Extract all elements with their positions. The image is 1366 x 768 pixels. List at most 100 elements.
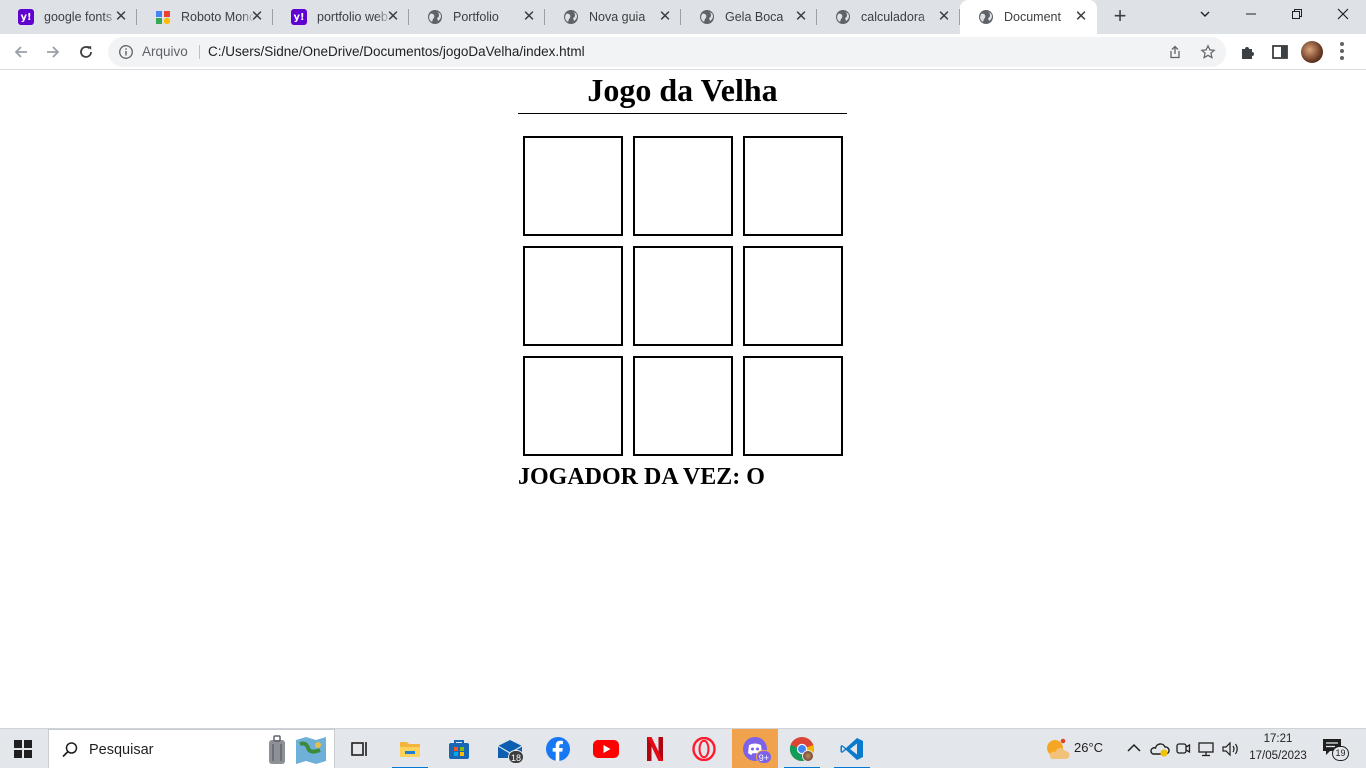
chevron-up-icon[interactable] — [1127, 743, 1141, 753]
turn-label: JOGADOR DA VEZ: — [518, 464, 741, 490]
tab-close-icon[interactable]: ✕ — [113, 9, 129, 25]
browser-tab[interactable]: calculadora ✕ — [817, 0, 960, 34]
browser-toolbar: Arquivo C:/Users/Sidne/OneDrive/Document… — [0, 34, 1366, 70]
board-cell[interactable] — [523, 136, 623, 236]
network-icon[interactable] — [1198, 741, 1216, 757]
board-cell[interactable] — [633, 356, 733, 456]
task-view-button[interactable] — [340, 729, 380, 768]
browser-tab[interactable]: Portfolio ✕ — [409, 0, 545, 34]
bookmark-star-icon[interactable] — [1200, 44, 1216, 60]
board-cell[interactable] — [523, 246, 623, 346]
weather-temperature[interactable]: 26°C — [1074, 740, 1103, 755]
profile-avatar[interactable] — [1301, 41, 1323, 63]
restore-icon — [1292, 9, 1302, 19]
meet-camera-icon[interactable] — [1175, 741, 1191, 757]
address-bar[interactable]: Arquivo C:/Users/Sidne/OneDrive/Document… — [108, 37, 1226, 67]
file-explorer-button[interactable] — [390, 729, 430, 768]
board-cell[interactable] — [743, 246, 843, 346]
tab-close-icon[interactable]: ✕ — [385, 9, 401, 25]
tab-title: Gela Boca — [725, 10, 784, 24]
discord-button[interactable]: 9+ — [732, 729, 778, 768]
notification-center-button[interactable]: 19 — [1322, 738, 1349, 762]
microsoft-store-button[interactable] — [439, 729, 479, 768]
tab-close-icon[interactable]: ✕ — [936, 9, 952, 25]
globe-icon — [835, 9, 851, 25]
tab-title: calculadora — [861, 10, 925, 24]
info-icon[interactable] — [118, 44, 134, 60]
minimize-icon — [1246, 13, 1256, 15]
extensions-puzzle-icon[interactable] — [1239, 43, 1257, 61]
google-fonts-icon — [155, 9, 171, 25]
facebook-button[interactable] — [538, 729, 578, 768]
tab-strip: y! google fonts ✕ Roboto Mono ✕ y! portfolio w… — [0, 0, 1366, 34]
board-cell[interactable] — [523, 356, 623, 456]
netflix-icon — [647, 737, 663, 761]
restore-button[interactable] — [1274, 0, 1320, 30]
onedrive-cloud-icon[interactable] — [1150, 740, 1170, 758]
start-button[interactable] — [14, 740, 32, 758]
tab-search-button[interactable] — [1182, 0, 1228, 30]
map-icon — [296, 737, 326, 764]
netflix-button[interactable] — [635, 729, 675, 768]
tab-title: Roboto Mono — [181, 10, 255, 24]
chip-divider — [199, 45, 200, 59]
game-board — [523, 136, 843, 456]
turn-indicator: JOGADOR DA VEZ: O — [518, 464, 765, 491]
security-chip[interactable]: Arquivo — [142, 37, 188, 67]
reload-button[interactable] — [73, 39, 99, 65]
page-viewport: Jogo da Velha JOGADOR DA VEZ: O — [0, 71, 1366, 728]
side-panel-icon[interactable] — [1271, 43, 1289, 61]
tab-close-icon[interactable]: ✕ — [793, 9, 809, 25]
tab-close-icon[interactable]: ✕ — [521, 9, 537, 25]
tab-title: portfolio web — [317, 10, 388, 24]
board-cell[interactable] — [743, 356, 843, 456]
taskbar-search[interactable]: Pesquisar — [48, 729, 335, 768]
globe-icon — [427, 9, 443, 25]
search-label: Pesquisar — [89, 742, 154, 758]
globe-icon — [699, 9, 715, 25]
tab-close-icon[interactable]: ✕ — [249, 9, 265, 25]
browser-tab[interactable]: Document ✕ — [960, 0, 1097, 34]
tab-title: Document — [1004, 10, 1061, 24]
vscode-button[interactable] — [832, 729, 872, 768]
browser-tab[interactable]: Roboto Mono ✕ — [137, 0, 273, 34]
volume-icon[interactable] — [1222, 741, 1240, 757]
close-icon — [1337, 8, 1349, 20]
arrow-left-icon — [14, 46, 27, 58]
browser-tab[interactable]: Gela Boca ✕ — [681, 0, 817, 34]
tab-close-icon[interactable]: ✕ — [657, 9, 673, 25]
mail-button[interactable]: 18 — [490, 729, 530, 768]
tab-title: Nova guia — [589, 10, 646, 24]
current-player: O — [746, 464, 765, 490]
back-button[interactable] — [8, 39, 34, 65]
tab-title: google fonts — [44, 10, 113, 24]
share-icon[interactable] — [1167, 44, 1183, 60]
taskbar-clock[interactable]: 17:21 17/05/2023 — [1244, 731, 1312, 765]
menu-kebab-icon[interactable] — [1340, 42, 1344, 62]
url-text[interactable]: C:/Users/Sidne/OneDrive/Documentos/jogoD… — [208, 37, 585, 67]
browser-tab[interactable]: y! portfolio web ✕ — [273, 0, 409, 34]
forward-button[interactable] — [40, 39, 66, 65]
clock-time: 17:21 — [1263, 733, 1293, 745]
opera-button[interactable] — [684, 729, 724, 768]
chevron-down-icon — [1200, 11, 1210, 17]
youtube-button[interactable] — [586, 729, 626, 768]
browser-tab[interactable]: y! google fonts ✕ — [0, 0, 137, 34]
new-tab-button[interactable]: + — [1108, 5, 1132, 29]
discord-badge: 9+ — [755, 750, 772, 764]
close-window-button[interactable] — [1320, 0, 1366, 30]
tab-close-icon[interactable]: ✕ — [1073, 9, 1089, 25]
yahoo-icon: y! — [18, 9, 34, 25]
minimize-button[interactable] — [1228, 0, 1274, 30]
browser-tab[interactable]: Nova guia ✕ — [545, 0, 681, 34]
board-cell[interactable] — [743, 136, 843, 236]
store-bag-icon — [449, 740, 469, 759]
yahoo-icon: y! — [291, 9, 307, 25]
globe-icon — [563, 9, 579, 25]
chrome-button[interactable] — [782, 729, 822, 768]
board-cell[interactable] — [633, 246, 733, 346]
suitcase-icon — [269, 735, 285, 764]
board-cell[interactable] — [633, 136, 733, 236]
folder-icon — [400, 742, 420, 757]
notification-badge: 19 — [1332, 746, 1349, 761]
